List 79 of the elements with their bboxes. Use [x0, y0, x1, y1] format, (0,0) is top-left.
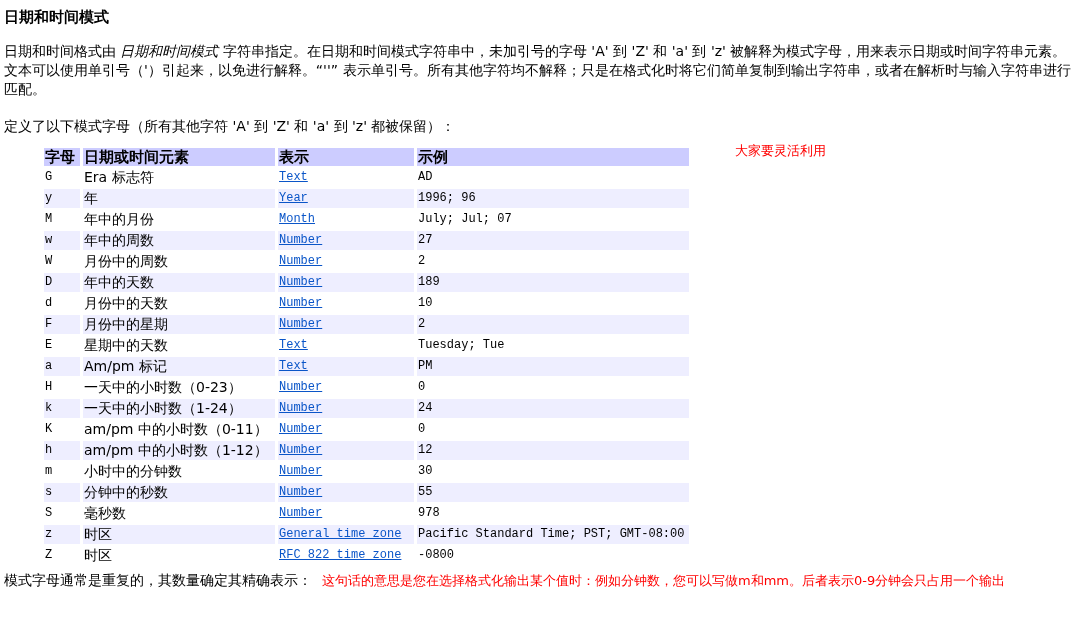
table-cell: Pacific Standard Time; PST; GMT-08:00 — [417, 525, 689, 544]
table-cell: s — [44, 483, 80, 502]
table-cell-text: July; Jul; 07 — [417, 211, 513, 228]
link[interactable]: Number — [279, 295, 323, 312]
table-cell: 一天中的小时数（1-24） — [83, 399, 275, 418]
table-cell-text: 年中的月份 — [83, 210, 155, 229]
table-cell-text: 时区 — [83, 546, 113, 565]
link[interactable]: Month — [279, 211, 315, 228]
table-cell-text: Era 标志符 — [83, 168, 155, 187]
table-cell: F — [44, 315, 80, 334]
table-cell-text: Tuesday; Tue — [417, 337, 506, 354]
table-cell-text: AD — [417, 169, 434, 186]
link[interactable]: Number — [279, 505, 323, 522]
page-title: 日期和时间模式 — [4, 8, 110, 26]
table-cell-text: G — [44, 169, 54, 186]
table-cell: D — [44, 273, 80, 292]
link[interactable]: Number — [279, 379, 323, 396]
table-cell-text: M — [44, 211, 54, 228]
table-cell-text: H — [44, 379, 54, 396]
link[interactable]: Number — [279, 253, 323, 270]
column-header: 示例 — [417, 148, 689, 166]
annotation-text: 大家要灵活利用 — [735, 142, 826, 160]
table-cell-text: 2 — [417, 253, 427, 270]
table-cell: 24 — [417, 399, 689, 418]
annotation-text: 这句话的意思是您在选择格式化输出某个值时：例如分钟数，您可以写做m和mm。后者表示0-9分钟会只占用一个输出 — [322, 572, 1006, 590]
table-cell-text: d — [44, 295, 54, 312]
table-cell-text: W — [44, 253, 54, 270]
table-cell-text: m — [44, 463, 54, 480]
table-cell-text: Z — [44, 547, 54, 564]
table-cell-text: 978 — [417, 505, 441, 522]
column-header: 表示 — [278, 148, 414, 166]
table-cell: w — [44, 231, 80, 250]
footer-text: 模式字母通常是重复的，其数量确定其精确表示： — [4, 571, 312, 589]
link[interactable]: Year — [279, 190, 308, 207]
link[interactable]: RFC 822 time zone — [279, 547, 402, 564]
table-cell: h — [44, 441, 80, 460]
table-cell: z — [44, 525, 80, 544]
table-cell-text: 0 — [417, 379, 427, 396]
table-cell-text: 0 — [417, 421, 427, 438]
table-cell: Am/pm 标记 — [83, 357, 275, 376]
table-cell: 时区 — [83, 525, 275, 544]
table-cell: 年 — [83, 189, 275, 208]
link[interactable]: Text — [279, 358, 308, 375]
table-cell: a — [44, 357, 80, 376]
table-cell-text: 10 — [417, 295, 434, 312]
table-cell: 27 — [417, 231, 689, 250]
table-cell: 月份中的星期 — [83, 315, 275, 334]
table-cell-text: 毫秒数 — [83, 504, 127, 523]
column-header: 字母 — [44, 148, 80, 166]
table-cell-text: S — [44, 505, 54, 522]
table-cell: 55 — [417, 483, 689, 502]
definition-text: 定义了以下模式字母（所有其他字符 'A' 到 'Z' 和 'a' 到 'z' 都被保留）： — [4, 117, 457, 136]
intro-paragraph: 日期和时间格式由 日期和时间模式 字符串指定。在日期和时间模式字符串中，未加引号的字母 'A' 到 'Z' 和 'a' 到 'z' 被解释为模式字母，用来表示日期或时间字符串元素。文本可以使用单引号（'）引起来，以免进行解释。“''” 表示单引号。所有其他字符均不解释；只是在格式化时将它们简单复制到输出字符串，或者在解析时与输入字符串进行匹配。 — [4, 42, 1072, 99]
table-cell: 1996; 96 — [417, 189, 689, 208]
table-cell-text: K — [44, 421, 54, 438]
link[interactable]: Text — [279, 337, 308, 354]
column-header: 日期或时间元素 — [83, 148, 275, 166]
link[interactable]: Number — [279, 463, 323, 480]
table-cell: k — [44, 399, 80, 418]
table-cell: 2 — [417, 315, 689, 334]
table-cell: y — [44, 189, 80, 208]
table-cell-text: E — [44, 337, 54, 354]
table-cell: 分钟中的秒数 — [83, 483, 275, 502]
table-cell-text: 30 — [417, 463, 434, 480]
table-cell: am/pm 中的小时数（1-12） — [83, 441, 275, 460]
table-cell: PM — [417, 357, 689, 376]
link[interactable]: Text — [279, 169, 308, 186]
table-cell-text: 星期中的天数 — [83, 336, 169, 355]
table-cell: 12 — [417, 441, 689, 460]
table-cell-text: 月份中的周数 — [83, 252, 169, 271]
table-cell-text: am/pm 中的小时数（0-11） — [83, 420, 269, 439]
table-cell-text: 月份中的天数 — [83, 294, 169, 313]
table-cell: 189 — [417, 273, 689, 292]
table-cell-text: 小时中的分钟数 — [83, 462, 183, 481]
table-cell: 年中的天数 — [83, 273, 275, 292]
table-cell-text: -0800 — [417, 547, 455, 564]
link[interactable]: Number — [279, 421, 323, 438]
table-cell: 年中的周数 — [83, 231, 275, 250]
table-cell-text: 一天中的小时数（0-23） — [83, 378, 243, 397]
